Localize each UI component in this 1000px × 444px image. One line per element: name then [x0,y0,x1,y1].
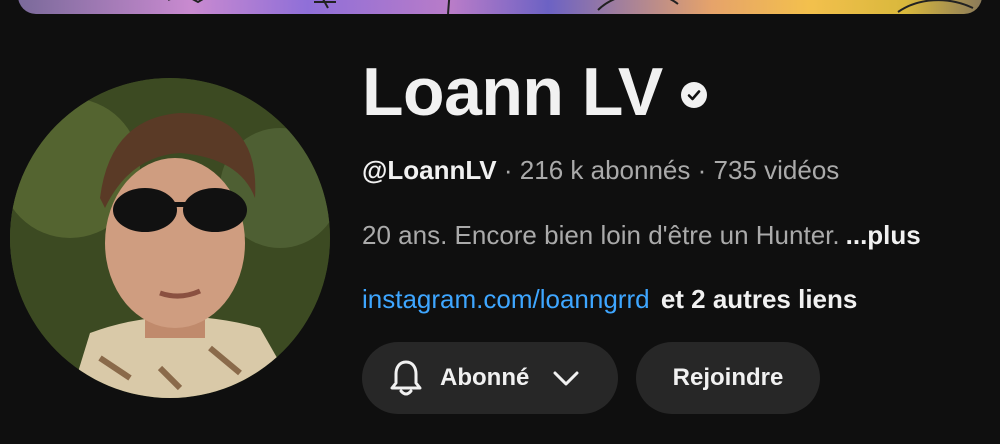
channel-links: instagram.com/loanngrrd et 2 autres lien… [362,284,857,315]
channel-banner [18,0,982,14]
channel-avatar[interactable] [10,78,330,398]
bell-icon [390,360,422,396]
title-row: Loann LV [362,58,707,126]
join-button[interactable]: Rejoindre [636,342,820,414]
video-count: 735 vidéos [713,155,840,185]
subscribed-label: Abonné [440,364,530,391]
channel-meta: @LoannLV · 216 k abonnés · 735 vidéos [362,155,839,186]
join-label: Rejoindre [672,364,784,391]
channel-name: Loann LV [362,54,663,130]
verified-check-icon [680,82,707,108]
description-text: 20 ans. Encore bien loin d'être un Hunte… [362,220,840,250]
channel-description[interactable]: 20 ans. Encore bien loin d'être un Hunte… [362,220,921,251]
meta-separator: · [697,155,707,185]
avatar-portrait [10,78,330,398]
channel-handle: @LoannLV [362,155,497,185]
banner-artwork [168,0,974,14]
more-link[interactable]: ...plus [846,220,921,250]
instagram-link[interactable]: instagram.com/loanngrrd [362,284,650,314]
other-links-button[interactable]: et 2 autres liens [661,284,858,314]
meta-separator: · [503,155,513,185]
chevron-down-icon [553,371,579,386]
subscribed-button[interactable]: Abonné [362,342,618,414]
subscriber-count: 216 k abonnés [519,155,691,185]
